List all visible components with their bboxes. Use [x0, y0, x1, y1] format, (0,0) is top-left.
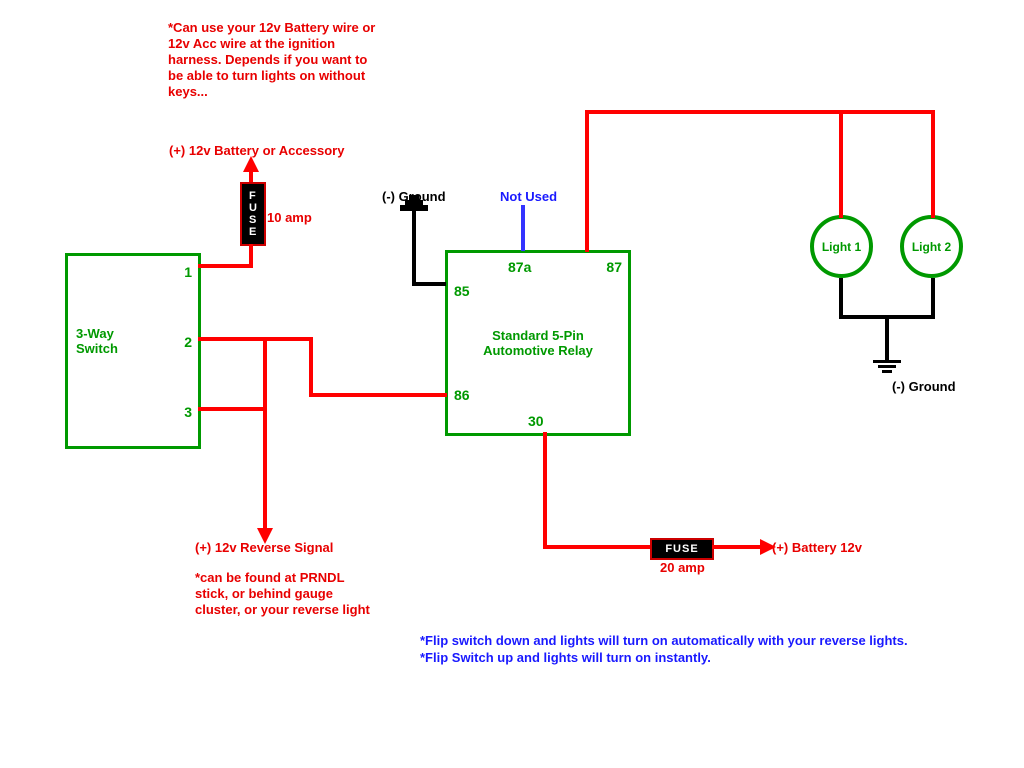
wire-30-v [543, 432, 547, 547]
wire-sw2-v [309, 337, 313, 397]
wire-87a [521, 205, 525, 251]
relay-label: Standard 5-Pin Automotive Relay [448, 328, 628, 358]
relay-pin-87: 87 [606, 259, 622, 275]
relay-pin-87a: 87a [508, 259, 531, 275]
fuse-20amp-label: 20 amp [660, 560, 705, 575]
light-1: Light 1 [810, 215, 873, 278]
label-ground-lights: (-) Ground [892, 379, 956, 394]
three-way-switch: 3-Way Switch 1 2 3 [65, 253, 201, 449]
three-way-switch-label: 3-Way Switch [76, 326, 118, 356]
label-not-used: Not Used [500, 189, 557, 204]
wire-87-v1 [585, 110, 589, 252]
wire-lights-gnd-drop [885, 315, 889, 360]
fuse-vert-label: FUSE [249, 190, 257, 238]
fuse-20amp: FUSE [650, 538, 714, 560]
wire-sw2-h1 [198, 337, 313, 341]
note-top: *Can use your 12v Battery wire or 12v Ac… [168, 20, 378, 100]
relay-pin-30: 30 [528, 413, 544, 429]
switch-pin-3: 3 [184, 404, 192, 420]
wire-sw1-v-bottom [249, 244, 253, 268]
arrow-reverse-signal [257, 528, 273, 544]
label-battery-12v: (+) Battery 12v [772, 540, 862, 555]
note-reverse: *can be found at PRNDL stick, or behind … [195, 570, 380, 618]
automotive-relay: Standard 5-Pin Automotive Relay 85 86 87… [445, 250, 631, 436]
wire-sw1-h [198, 264, 253, 268]
note-bottom-1: *Flip switch down and lights will turn o… [420, 633, 960, 648]
wire-85-v [412, 208, 416, 286]
wire-light2-v [931, 110, 935, 218]
switch-pin-2: 2 [184, 334, 192, 350]
arrow-battery-acc [243, 156, 259, 172]
note-bottom-2: *Flip Switch up and lights will turn on … [420, 650, 960, 665]
switch-pin-1: 1 [184, 264, 192, 280]
relay-pin-85: 85 [454, 283, 470, 299]
wire-sw2-h2 [309, 393, 447, 397]
wire-87-h [585, 110, 935, 114]
fuse-horz-label: FUSE [665, 543, 698, 555]
wire-30-h1 [543, 545, 650, 549]
relay-pin-86: 86 [454, 387, 470, 403]
wire-light1-v [839, 110, 843, 218]
fuse-10amp-label: 10 amp [267, 210, 312, 225]
wire-sw3-h [198, 407, 267, 411]
wire-light1-gnd-v [839, 278, 843, 318]
wire-85-h [412, 282, 446, 286]
arrow-battery-12v [760, 539, 776, 555]
wire-sw3-v [263, 337, 267, 532]
wire-30-h2 [712, 545, 762, 549]
fuse-10amp: FUSE [240, 182, 266, 246]
wire-light2-gnd-v [931, 278, 935, 318]
light-2: Light 2 [900, 215, 963, 278]
